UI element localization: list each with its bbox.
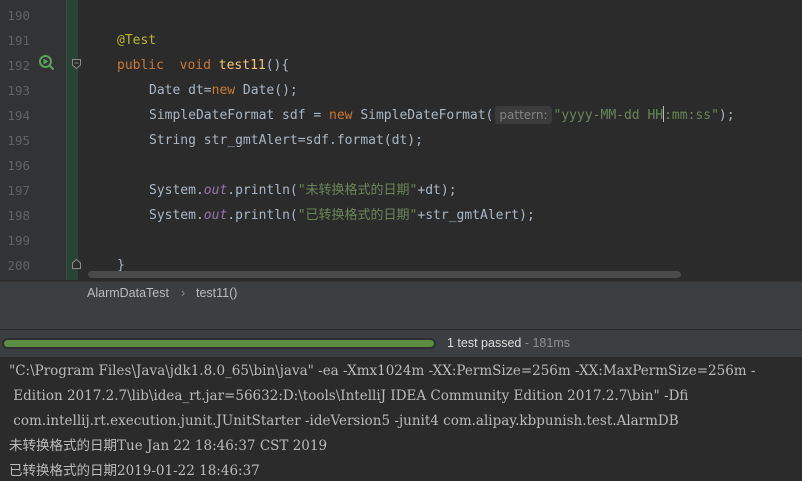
static-field: out xyxy=(203,183,228,198)
panel-divider xyxy=(0,306,802,329)
horizontal-scrollbar[interactable] xyxy=(88,271,681,278)
code-line-195: String str_gmtAlert=sdf.format(dt); xyxy=(149,128,423,153)
breadcrumb: AlarmDataTest › test11() xyxy=(0,281,802,307)
console-line: com.intellij.rt.execution.junit.JUnitSta… xyxy=(9,413,679,429)
code-text: System. xyxy=(149,183,204,198)
test-status-bar: 1 test passed - 181ms xyxy=(0,329,802,358)
test-duration: - 181ms xyxy=(521,336,570,350)
code-line-194: SimpleDateFormat sdf = new SimpleDateFor… xyxy=(149,103,735,128)
line-number: 200 xyxy=(7,258,30,273)
run-test-icon[interactable] xyxy=(38,54,56,72)
keyword: new xyxy=(329,108,353,123)
breadcrumb-method[interactable]: test11() xyxy=(196,286,237,300)
line-number: 195 xyxy=(7,133,30,148)
code-text: (){ xyxy=(265,58,290,73)
line-number: 198 xyxy=(7,208,30,223)
code-text: +str_gmtAlert); xyxy=(417,208,535,223)
line-number: 190 xyxy=(7,8,30,23)
static-field: out xyxy=(203,208,228,223)
code-text: .println( xyxy=(227,183,298,198)
line-number: 194 xyxy=(7,108,30,123)
line-number: 193 xyxy=(7,83,30,98)
line-number: 191 xyxy=(7,33,30,48)
breadcrumb-class[interactable]: AlarmDataTest xyxy=(87,286,169,300)
code-text: SimpleDateFormat( xyxy=(352,108,494,123)
code-text: +dt); xyxy=(417,183,457,198)
breadcrumb-separator: › xyxy=(181,286,186,300)
code-text: String str_gmtAlert=sdf.format(dt); xyxy=(149,133,423,148)
fold-marker-icon[interactable] xyxy=(72,259,81,269)
console-line: "C:\Program Files\Java\jdk1.8.0_65\bin\j… xyxy=(9,363,756,379)
method-name: test11 xyxy=(218,58,266,73)
code-line-193: Date dt=new Date(); xyxy=(149,78,298,103)
string-literal: :mm:ss" xyxy=(664,108,719,123)
string-literal: "已转换格式的日期" xyxy=(297,208,418,223)
code-text: SimpleDateFormat sdf = xyxy=(149,108,330,123)
annotation: @Test xyxy=(117,33,157,48)
line-number: 199 xyxy=(7,233,30,248)
test-passed-label: 1 test passed xyxy=(447,336,522,350)
code-line-191: @Test xyxy=(117,28,156,53)
string-literal: "yyyy-MM-dd HH xyxy=(553,108,664,123)
code-line-192: public void test11(){ xyxy=(117,53,289,78)
code-line-197: System.out.println("未转换格式的日期"+dt); xyxy=(149,178,457,203)
code-text: System. xyxy=(149,208,204,223)
string-literal: "未转换格式的日期" xyxy=(297,183,418,198)
fold-marker-icon[interactable] xyxy=(72,59,81,69)
console-line: 已转换格式的日期2019-01-22 18:46:37 xyxy=(9,463,260,479)
run-console[interactable]: "C:\Program Files\Java\jdk1.8.0_65\bin\j… xyxy=(0,357,802,481)
keyword: void xyxy=(179,58,211,73)
code-editor[interactable]: 190 191 192 193 194 195 196 197 198 199 … xyxy=(0,0,802,280)
line-number: 196 xyxy=(7,158,30,173)
code-text: .println( xyxy=(227,208,298,223)
vcs-change-marker xyxy=(67,0,78,280)
code-text: Date dt= xyxy=(149,83,212,98)
line-number: 192 xyxy=(7,58,30,73)
keyword: new xyxy=(211,83,236,98)
console-line: Edition 2017.2.7\lib\idea_rt.jar=56632:D… xyxy=(9,388,689,404)
console-line: 未转换格式的日期Tue Jan 22 18:46:37 CST 2019 xyxy=(9,438,328,454)
keyword: public xyxy=(117,58,164,73)
code-text: ); xyxy=(718,108,735,123)
line-number: 197 xyxy=(7,183,30,198)
parameter-hint: pattern: xyxy=(495,106,552,124)
test-progress-bar xyxy=(4,340,434,347)
code-line-198: System.out.println("已转换格式的日期"+str_gmtAle… xyxy=(149,203,535,228)
code-text: Date(); xyxy=(235,83,298,98)
test-result: 1 test passed - 181ms xyxy=(447,336,570,350)
